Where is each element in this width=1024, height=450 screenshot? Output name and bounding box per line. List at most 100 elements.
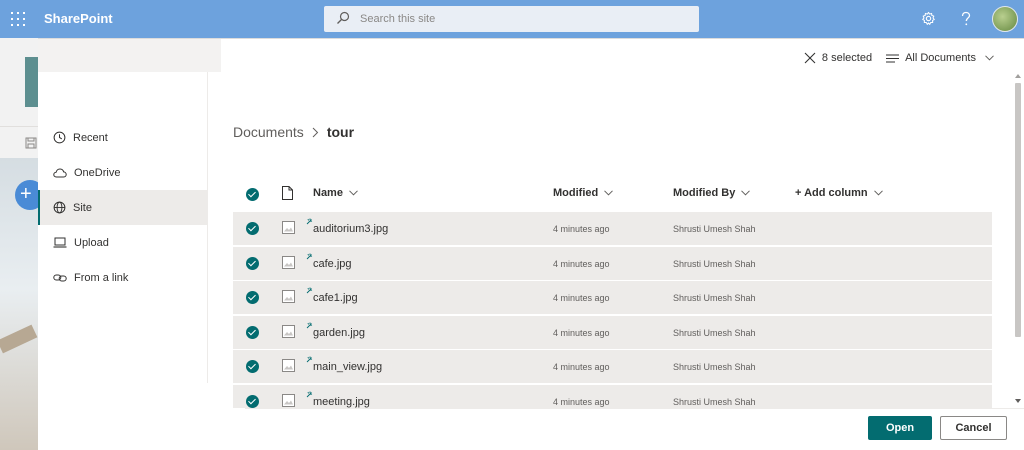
view-lines-icon: [886, 54, 900, 62]
column-header-name[interactable]: Name: [313, 187, 358, 199]
nav-item-label: Upload: [74, 236, 109, 249]
view-switcher[interactable]: All Documents: [886, 52, 994, 64]
file-modified-by: Shrusti Umesh Shah: [673, 258, 756, 269]
nav-divider: [207, 72, 208, 383]
suite-bar: SharePoint: [0, 0, 1024, 38]
table-row[interactable]: garden.jpg 4 minutes ago Shrusti Umesh S…: [233, 315, 992, 349]
file-name[interactable]: auditorium3.jpg: [313, 223, 388, 235]
scroll-down-arrow-icon[interactable]: [1015, 399, 1021, 403]
nav-item-recent[interactable]: Recent: [38, 120, 207, 155]
table-row[interactable]: meeting.jpg 4 minutes ago Shrusti Umesh …: [233, 384, 992, 408]
nav-item-upload[interactable]: Upload: [38, 225, 207, 260]
chevron-down-icon: [985, 55, 994, 61]
image-file-icon: [282, 324, 295, 338]
file-modified: 4 minutes ago: [553, 327, 610, 338]
new-file-icon: [306, 391, 313, 397]
scroll-up-arrow-icon[interactable]: [1015, 74, 1021, 78]
app-launcher-icon[interactable]: [11, 12, 25, 26]
row-checkbox[interactable]: [246, 291, 259, 304]
nav-item-label: From a link: [74, 271, 129, 284]
nav-item-label: Site: [73, 201, 92, 214]
breadcrumb: Documents tour: [233, 124, 354, 140]
column-header-modified-by[interactable]: Modified By: [673, 187, 751, 199]
file-modified-by: Shrusti Umesh Shah: [673, 293, 756, 303]
file-type-icon: [282, 186, 293, 200]
table-row[interactable]: cafe.jpg 4 minutes ago Shrusti Umesh Sha…: [233, 246, 992, 280]
nav-item-onedrive[interactable]: OneDrive: [38, 155, 207, 190]
new-file-icon: [306, 253, 313, 259]
search-input[interactable]: [360, 10, 680, 28]
cloud-icon: [53, 167, 67, 177]
image-file-icon: [282, 290, 295, 303]
close-icon: [804, 52, 816, 64]
footer-divider: [245, 408, 1024, 409]
help-icon[interactable]: [960, 11, 972, 27]
file-name[interactable]: garden.jpg: [313, 327, 365, 339]
background-site-logo: [25, 57, 38, 107]
image-file-icon: [282, 359, 295, 372]
add-column-button[interactable]: + Add column: [795, 187, 883, 199]
cancel-button[interactable]: Cancel: [940, 416, 1007, 440]
nav-item-label: Recent: [73, 131, 108, 144]
app-brand[interactable]: SharePoint: [44, 11, 113, 26]
file-modified: 4 minutes ago: [553, 258, 610, 269]
site-search-box[interactable]: [324, 6, 699, 32]
new-file-icon: [306, 287, 313, 294]
breadcrumb-documents[interactable]: Documents: [233, 124, 304, 140]
file-modified: 4 minutes ago: [553, 224, 610, 234]
file-name[interactable]: cafe.jpg: [313, 258, 352, 270]
document-list: Name Modified Modified By + Add column a…: [233, 177, 992, 408]
table-row[interactable]: cafe1.jpg 4 minutes ago Shrusti Umesh Sh…: [233, 281, 992, 314]
list-header: Name Modified Modified By + Add column: [233, 177, 992, 211]
file-modified: 4 minutes ago: [553, 396, 610, 407]
chevron-down-icon: [873, 190, 883, 196]
new-file-icon: [306, 356, 313, 363]
picker-nav-pane: Recent OneDrive Site Upload From a link: [38, 39, 221, 450]
clock-icon: [53, 131, 66, 144]
file-modified-by: Shrusti Umesh Shah: [673, 362, 756, 372]
laptop-icon: [53, 237, 67, 248]
nav-item-label: OneDrive: [74, 166, 121, 179]
row-checkbox[interactable]: [246, 360, 259, 373]
row-checkbox[interactable]: [246, 325, 259, 339]
user-avatar[interactable]: [992, 6, 1018, 32]
clear-selection-button[interactable]: 8 selected: [804, 52, 872, 64]
chevron-down-icon: [349, 190, 358, 196]
file-picker-dialog: Recent OneDrive Site Upload From a link …: [38, 39, 1024, 450]
globe-icon: [53, 201, 66, 214]
file-modified-by: Shrusti Umesh Shah: [673, 224, 756, 234]
file-name[interactable]: meeting.jpg: [313, 396, 370, 408]
file-name[interactable]: main_view.jpg: [313, 361, 382, 373]
column-header-modified[interactable]: Modified: [553, 187, 614, 199]
scrollbar-thumb[interactable]: [1015, 83, 1021, 337]
view-name: All Documents: [905, 52, 976, 64]
chevron-down-icon: [741, 190, 751, 196]
selected-count: 8 selected: [821, 52, 873, 64]
background-divider: [0, 126, 38, 127]
nav-item-site[interactable]: Site: [38, 190, 207, 225]
file-name[interactable]: cafe1.jpg: [313, 292, 358, 304]
image-file-icon: [282, 221, 295, 234]
row-checkbox[interactable]: [246, 256, 259, 270]
table-row[interactable]: main_view.jpg 4 minutes ago Shrusti Umes…: [233, 350, 992, 383]
file-modified-by: Shrusti Umesh Shah: [673, 327, 756, 338]
link-icon: [53, 274, 67, 281]
table-row[interactable]: auditorium3.jpg 4 minutes ago Shrusti Um…: [233, 212, 992, 245]
file-modified: 4 minutes ago: [553, 293, 610, 303]
nav-item-from-link[interactable]: From a link: [38, 260, 207, 295]
search-icon: [337, 11, 350, 24]
chevron-right-icon: [312, 127, 319, 137]
file-modified: 4 minutes ago: [553, 362, 610, 372]
picker-command-bar: 8 selected All Documents: [804, 48, 994, 68]
select-all-checkbox[interactable]: [246, 188, 259, 201]
new-file-icon: [306, 322, 313, 328]
open-button[interactable]: Open: [868, 416, 932, 440]
breadcrumb-current-folder: tour: [326, 124, 355, 140]
gear-icon[interactable]: [921, 11, 936, 26]
chevron-down-icon: [604, 190, 614, 196]
row-checkbox[interactable]: [246, 222, 259, 235]
image-file-icon: [282, 393, 295, 407]
list-rows: auditorium3.jpg 4 minutes ago Shrusti Um…: [233, 212, 992, 408]
new-file-icon: [306, 218, 313, 225]
row-checkbox[interactable]: [246, 394, 259, 408]
